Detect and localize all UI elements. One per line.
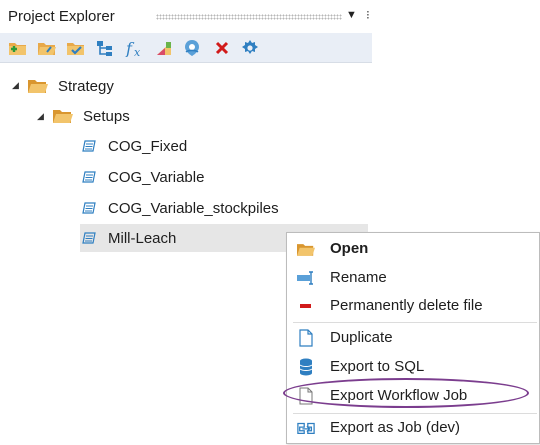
folder-open-icon [297, 241, 315, 257]
collapse-setups-icon[interactable]: ◢ [37, 111, 44, 122]
hierarchy-icon[interactable] [94, 37, 116, 59]
open-folder-icon[interactable] [36, 37, 58, 59]
annotation-ellipse [283, 378, 529, 408]
tree-node-label: Setups [83, 107, 130, 125]
tree-item-label: COG_Variable [108, 168, 205, 186]
menu-item-label: Duplicate [330, 329, 393, 346]
setup-file-icon [82, 171, 96, 183]
menu-item-duplicate[interactable]: Duplicate [287, 324, 539, 352]
collapse-strategy-icon[interactable]: ◢ [12, 80, 19, 91]
panel-titlebar: Project Explorer ▼ ⁝ [0, 0, 372, 34]
menu-item-label: Export as Job (dev) [330, 419, 461, 436]
panel-title: Project Explorer [8, 8, 115, 25]
pin-icon[interactable]: ⁝ [366, 8, 370, 24]
delete-file-icon [297, 298, 315, 314]
menu-item-label: Export to SQL [330, 358, 425, 375]
folder-check-icon[interactable] [65, 37, 87, 59]
export-job-icon [297, 420, 315, 436]
tree-item-label: COG_Fixed [108, 137, 188, 155]
menu-item-export-as-job[interactable]: Export as Job (dev) [287, 414, 539, 442]
tree-item-cog-fixed[interactable]: COG_Fixed [82, 132, 187, 160]
menu-item-label: Rename [330, 269, 387, 286]
menu-item-label: Permanently delete file [330, 297, 483, 314]
tree-item-mill-leach[interactable]: Mill-Leach [82, 224, 176, 252]
tree-item-cog-variable[interactable]: COG_Variable [82, 163, 204, 191]
drag-grip[interactable] [156, 14, 342, 20]
database-icon [297, 358, 315, 376]
new-folder-icon[interactable] [7, 37, 29, 59]
delete-icon[interactable] [211, 37, 233, 59]
tree-item-cog-variable-stockpiles[interactable]: COG_Variable_stockpiles [82, 194, 279, 222]
tree-node-strategy[interactable]: Strategy [28, 72, 114, 100]
function-icon[interactable]: fx [124, 37, 146, 59]
folder-open-icon [28, 80, 48, 93]
menu-item-open[interactable]: Open [287, 235, 539, 263]
duplicate-icon [297, 329, 315, 347]
setup-file-icon [82, 232, 96, 244]
setup-file-icon [82, 140, 96, 152]
panel-toolbar: fx [0, 33, 372, 63]
menu-item-permanently-delete[interactable]: Permanently delete file [287, 292, 539, 320]
settings-icon[interactable] [239, 37, 261, 59]
tree-item-label: Mill-Leach [108, 229, 177, 247]
folder-open-icon [53, 110, 73, 123]
menu-item-rename[interactable]: Rename [287, 264, 539, 292]
menu-item-export-sql[interactable]: Export to SQL [287, 353, 539, 381]
rename-icon [297, 270, 315, 286]
svg-text:x: x [134, 46, 141, 57]
panel-menu-dropdown-icon[interactable]: ▼ [346, 9, 357, 21]
context-menu: Open Rename Permanently delete file Dupl… [286, 232, 540, 444]
menu-item-label: Open [330, 240, 369, 257]
chart-icon[interactable] [153, 37, 175, 59]
menu-separator [293, 322, 537, 323]
tree-node-setups[interactable]: Setups [53, 102, 130, 130]
tree-item-label: COG_Variable_stockpiles [108, 199, 279, 217]
setup-file-icon [82, 202, 96, 214]
location-icon[interactable] [181, 37, 203, 59]
tree-node-label: Strategy [58, 77, 114, 95]
